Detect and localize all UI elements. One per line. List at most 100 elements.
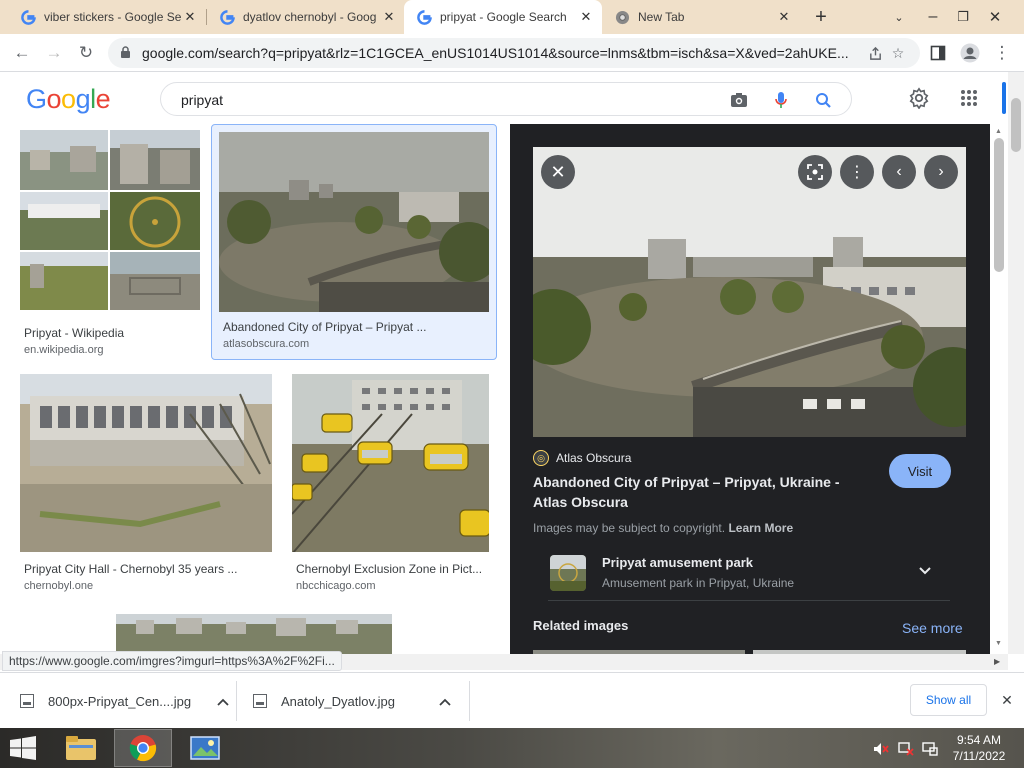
tab-title: New Tab bbox=[638, 10, 685, 24]
atlas-obscura-logo-icon: ◎ bbox=[533, 450, 549, 466]
camera-search-icon[interactable] bbox=[729, 90, 749, 110]
download-filename: Anatoly_Dyatlov.jpg bbox=[281, 693, 395, 709]
result-card-city-hall[interactable]: Pripyat City Hall - Chernobyl 35 years .… bbox=[20, 374, 272, 596]
result-thumbnail[interactable] bbox=[20, 374, 272, 552]
google-header: Google bbox=[0, 72, 1008, 124]
tab-title: pripyat - Google Search bbox=[440, 10, 567, 24]
show-all-button[interactable]: Show all bbox=[910, 684, 987, 716]
system-clock[interactable]: 9:54 AM 7/11/2022 bbox=[944, 732, 1014, 764]
back-arrow-icon[interactable]: ← bbox=[8, 39, 36, 67]
result-source: nbcchicago.com bbox=[296, 580, 376, 592]
copyright-notice: Images may be subject to copyright. Lear… bbox=[533, 521, 793, 535]
address-bar[interactable]: google.com/search?q=pripyat&rlz=1C1GCEA_… bbox=[108, 38, 920, 68]
reload-icon[interactable]: ↻ bbox=[72, 39, 100, 67]
preview-site-name: Atlas Obscura bbox=[556, 451, 632, 465]
scroll-thumb[interactable] bbox=[1011, 98, 1021, 152]
scroll-up-icon[interactable]: ▲ bbox=[995, 128, 1002, 135]
tab-dyatlov-chernobyl[interactable]: dyatlov chernobyl - Goog ✕ bbox=[207, 0, 405, 34]
chevron-up-icon[interactable] bbox=[439, 694, 451, 709]
google-g-icon bbox=[416, 9, 432, 25]
download-separator bbox=[236, 681, 237, 721]
download-item[interactable]: 800px-Pripyat_Cen....jpg bbox=[20, 685, 229, 717]
window-close-icon[interactable]: ✕ bbox=[980, 0, 1010, 34]
tab-new-tab[interactable]: New Tab ✕ bbox=[602, 0, 800, 34]
share-icon[interactable] bbox=[866, 44, 884, 62]
browser-menu-icon[interactable]: ⋮ bbox=[988, 39, 1016, 67]
link-status-url: https://www.google.com/imgres?imgurl=htt… bbox=[2, 651, 342, 671]
download-filename: 800px-Pripyat_Cen....jpg bbox=[48, 693, 192, 709]
photos-app-icon[interactable] bbox=[176, 729, 234, 767]
result-caption: Pripyat City Hall - Chernobyl 35 years .… bbox=[24, 562, 238, 576]
result-card-atlas-obscura[interactable]: Abandoned City of Pripyat – Pripyat ... … bbox=[211, 124, 497, 360]
visit-button[interactable]: Visit bbox=[889, 454, 951, 488]
related-images-heading: Related images bbox=[533, 618, 629, 633]
chrome-taskbar-icon[interactable] bbox=[114, 729, 172, 767]
result-caption: Abandoned City of Pripyat – Pripyat ... bbox=[223, 320, 427, 334]
tab-search-chevron-icon[interactable]: ⌄ bbox=[886, 0, 912, 34]
apps-grid-icon[interactable] bbox=[957, 86, 981, 110]
result-card-exclusion-zone[interactable]: Chernobyl Exclusion Zone in Pict... nbcc… bbox=[292, 374, 490, 596]
tab-strip: viber stickers - Google Se ✕ dyatlov che… bbox=[0, 0, 1024, 34]
entity-row[interactable]: Pripyat amusement park Amusement park in… bbox=[548, 549, 950, 601]
scroll-right-icon[interactable]: ▶ bbox=[994, 657, 1000, 666]
page-scrollbar[interactable] bbox=[1008, 72, 1024, 654]
result-card-wikipedia[interactable]: Pripyat - Wikipedia en.wikipedia.org bbox=[20, 130, 202, 356]
preview-scrollbar[interactable]: ▲ ▼ bbox=[990, 124, 1008, 654]
close-icon[interactable]: ✕ bbox=[182, 9, 198, 25]
entity-description: Amusement park in Pripyat, Ukraine bbox=[602, 576, 795, 590]
restore-icon[interactable]: ❐ bbox=[950, 0, 976, 34]
clock-time: 9:54 AM bbox=[956, 733, 1002, 747]
close-icon[interactable]: ✕ bbox=[578, 9, 594, 25]
more-options-icon[interactable]: ⋮ bbox=[840, 155, 874, 189]
image-preview-panel: ✕ ⋮ ‹ › ◎ Atlas Obscura Abandoned City o… bbox=[510, 124, 990, 654]
tab-title: viber stickers - Google Se bbox=[44, 10, 182, 24]
result-thumbnail[interactable] bbox=[116, 614, 392, 654]
close-shelf-icon[interactable]: ✕ bbox=[996, 689, 1018, 711]
network-disconnected-icon[interactable] bbox=[897, 740, 915, 758]
windows-start-icon[interactable] bbox=[8, 736, 38, 760]
result-thumbnail[interactable] bbox=[292, 374, 489, 552]
download-item[interactable]: Anatoly_Dyatlov.jpg bbox=[253, 685, 451, 717]
entity-name: Pripyat amusement park bbox=[602, 555, 754, 570]
result-card-partial[interactable] bbox=[20, 614, 490, 654]
close-icon[interactable]: ✕ bbox=[776, 9, 792, 25]
download-separator bbox=[469, 681, 470, 721]
scroll-down-icon[interactable]: ▼ bbox=[995, 640, 1002, 647]
previous-chevron-icon[interactable]: ‹ bbox=[882, 155, 916, 189]
minimize-icon[interactable]: – bbox=[920, 0, 946, 34]
close-preview-icon[interactable]: ✕ bbox=[541, 155, 575, 189]
preview-image[interactable] bbox=[533, 147, 966, 437]
voice-search-icon[interactable] bbox=[771, 90, 791, 110]
profile-avatar-icon[interactable] bbox=[956, 39, 984, 67]
new-tab-plus-icon[interactable]: + bbox=[808, 0, 834, 34]
result-thumbnail[interactable] bbox=[20, 130, 200, 310]
chevron-up-icon[interactable] bbox=[217, 694, 229, 709]
google-logo[interactable]: Google bbox=[26, 84, 111, 115]
expand-chevron-icon[interactable] bbox=[918, 563, 932, 579]
action-center-icon[interactable] bbox=[921, 740, 939, 758]
clock-date: 7/11/2022 bbox=[952, 749, 1006, 763]
forward-arrow-icon[interactable]: → bbox=[40, 39, 68, 67]
preview-site[interactable]: ◎ Atlas Obscura bbox=[533, 450, 631, 466]
scroll-thumb[interactable] bbox=[994, 138, 1004, 272]
result-thumbnail[interactable] bbox=[219, 132, 489, 312]
learn-more-link[interactable]: Learn More bbox=[728, 521, 793, 535]
side-panel-icon[interactable] bbox=[924, 39, 952, 67]
search-icon[interactable] bbox=[813, 90, 833, 110]
chrome-icon bbox=[614, 9, 630, 25]
next-chevron-icon[interactable]: › bbox=[924, 155, 958, 189]
search-input[interactable] bbox=[181, 90, 701, 110]
close-icon[interactable]: ✕ bbox=[381, 9, 397, 25]
settings-gear-icon[interactable] bbox=[907, 86, 931, 110]
image-results-grid: Pripyat - Wikipedia en.wikipedia.org Aba… bbox=[0, 124, 510, 654]
see-more-link[interactable]: See more bbox=[902, 620, 963, 636]
tab-pripyat[interactable]: pripyat - Google Search ✕ bbox=[404, 0, 602, 34]
bookmark-star-icon[interactable]: ☆ bbox=[889, 44, 907, 62]
lens-search-icon[interactable] bbox=[798, 155, 832, 189]
result-source: en.wikipedia.org bbox=[24, 344, 104, 356]
tab-viber-stickers[interactable]: viber stickers - Google Se ✕ bbox=[8, 0, 206, 34]
preview-title[interactable]: Abandoned City of Pripyat – Pripyat, Ukr… bbox=[533, 472, 863, 512]
image-file-icon bbox=[20, 694, 34, 708]
file-explorer-icon[interactable] bbox=[52, 729, 110, 767]
speaker-muted-icon[interactable] bbox=[872, 740, 890, 758]
